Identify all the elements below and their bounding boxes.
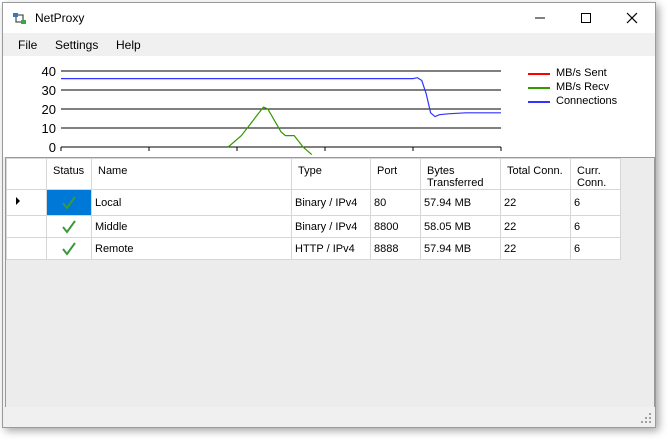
table-row[interactable]: Middle Binary / IPv4 8800 58.05 MB 22 6 [6,215,621,238]
series-line-connections [61,77,501,118]
column-header-type[interactable]: Type [291,158,371,190]
y-tick-label: 40 [42,64,56,79]
chart-plot: 40 30 20 10 0 [42,64,502,156]
resize-grip-icon[interactable] [640,412,652,424]
y-tick-label: 0 [49,140,56,155]
network-app-icon [12,11,28,27]
menu-bar: File Settings Help [3,34,655,56]
column-header-status[interactable]: Status [46,158,92,190]
column-header-port[interactable]: Port [370,158,421,190]
app-window: NetProxy File Settings Help 40 30 20 10 0 MB… [2,2,656,428]
table-header-row: Status Name Type Port Bytes Transferred … [6,158,621,190]
curr-conn-cell[interactable]: 6 [570,215,621,238]
menu-help[interactable]: Help [116,38,141,52]
legend-swatch-recv [528,87,550,89]
menu-file[interactable]: File [18,38,37,52]
y-tick-label: 30 [42,83,56,98]
bytes-cell[interactable]: 57.94 MB [420,237,501,260]
legend-swatch-sent [528,73,550,75]
column-header-name[interactable]: Name [91,158,292,190]
table-row[interactable]: Remote HTTP / IPv4 8888 57.94 MB 22 6 [6,237,621,260]
port-cell[interactable]: 80 [370,189,421,216]
type-cell[interactable]: Binary / IPv4 [291,189,371,216]
window-title: NetProxy [35,11,85,25]
total-conn-cell[interactable]: 22 [500,237,571,260]
curr-conn-cell[interactable]: 6 [570,189,621,216]
y-tick-label: 20 [42,102,56,117]
y-tick-label: 10 [42,121,56,136]
table-row[interactable]: Local Binary / IPv4 80 57.94 MB 22 6 [6,189,621,216]
close-icon [626,12,638,24]
title-bar[interactable]: NetProxy [3,3,655,33]
type-cell[interactable]: Binary / IPv4 [291,215,371,238]
column-header-curr-conn[interactable]: Curr. Conn. [570,158,621,190]
row-header[interactable] [6,237,47,260]
name-cell[interactable]: Middle [91,215,292,238]
legend-label-recv: MB/s Recv [556,81,610,93]
bytes-cell[interactable]: 58.05 MB [420,215,501,238]
name-cell[interactable]: Remote [91,237,292,260]
proxy-grid: Status Name Type Port Bytes Transferred … [5,157,655,409]
bytes-cell[interactable]: 57.94 MB [420,189,501,216]
minimize-icon [535,17,545,19]
column-header-total-conn[interactable]: Total Conn. [500,158,571,190]
name-cell[interactable]: Local [91,189,292,216]
legend-label-connections: Connections [556,95,618,107]
type-cell[interactable]: HTTP / IPv4 [291,237,371,260]
legend-swatch-connections [528,101,550,103]
port-cell[interactable]: 8888 [370,237,421,260]
row-header[interactable] [6,215,47,238]
current-row-arrow-icon [16,197,20,205]
total-conn-cell[interactable]: 22 [500,189,571,216]
minimize-button[interactable] [517,3,563,33]
row-header-corner [6,158,47,190]
port-cell[interactable]: 8800 [370,215,421,238]
checkmark-icon [62,219,76,234]
maximize-icon [581,13,591,23]
close-button[interactable] [609,3,655,33]
status-bar [3,407,655,427]
maximize-button[interactable] [563,3,609,33]
column-header-bytes[interactable]: Bytes Transferred [420,158,501,190]
throughput-chart: 40 30 20 10 0 MB/s Sent MB/s Recv Connection… [3,56,655,157]
status-cell[interactable] [46,215,92,238]
proxy-table: Status Name Type Port Bytes Transferred … [6,158,621,260]
total-conn-cell[interactable]: 22 [500,215,571,238]
row-header[interactable] [6,189,47,216]
status-cell[interactable] [46,237,92,260]
curr-conn-cell[interactable]: 6 [570,237,621,260]
legend-label-sent: MB/s Sent [556,67,607,79]
checkmark-icon [62,241,76,256]
checkmark-icon [62,195,76,210]
menu-settings[interactable]: Settings [55,38,98,52]
status-cell[interactable] [46,189,92,216]
